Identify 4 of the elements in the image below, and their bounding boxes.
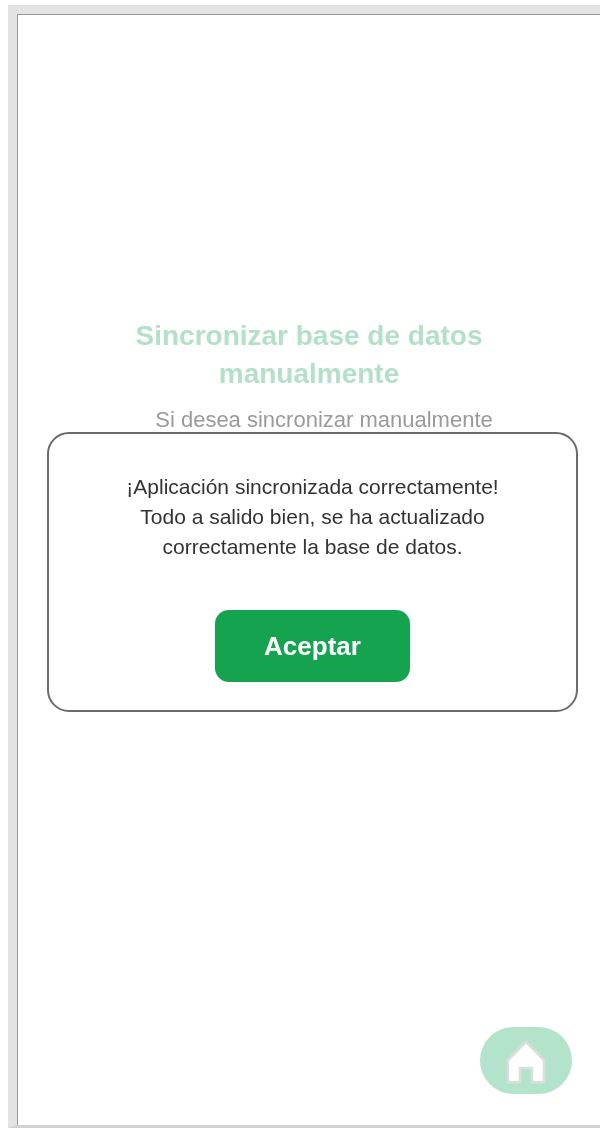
dialog-message: ¡Aplicación sincronizada correctamente! Todo a salido bien, se ha actualizado correctamente la base de datos. bbox=[125, 474, 500, 560]
accept-button[interactable]: Aceptar bbox=[215, 610, 410, 682]
page-title: Sincronizar base de datos manualmente bbox=[134, 319, 484, 391]
page-subtitle: Si desea sincronizar manualmente bbox=[155, 407, 493, 433]
